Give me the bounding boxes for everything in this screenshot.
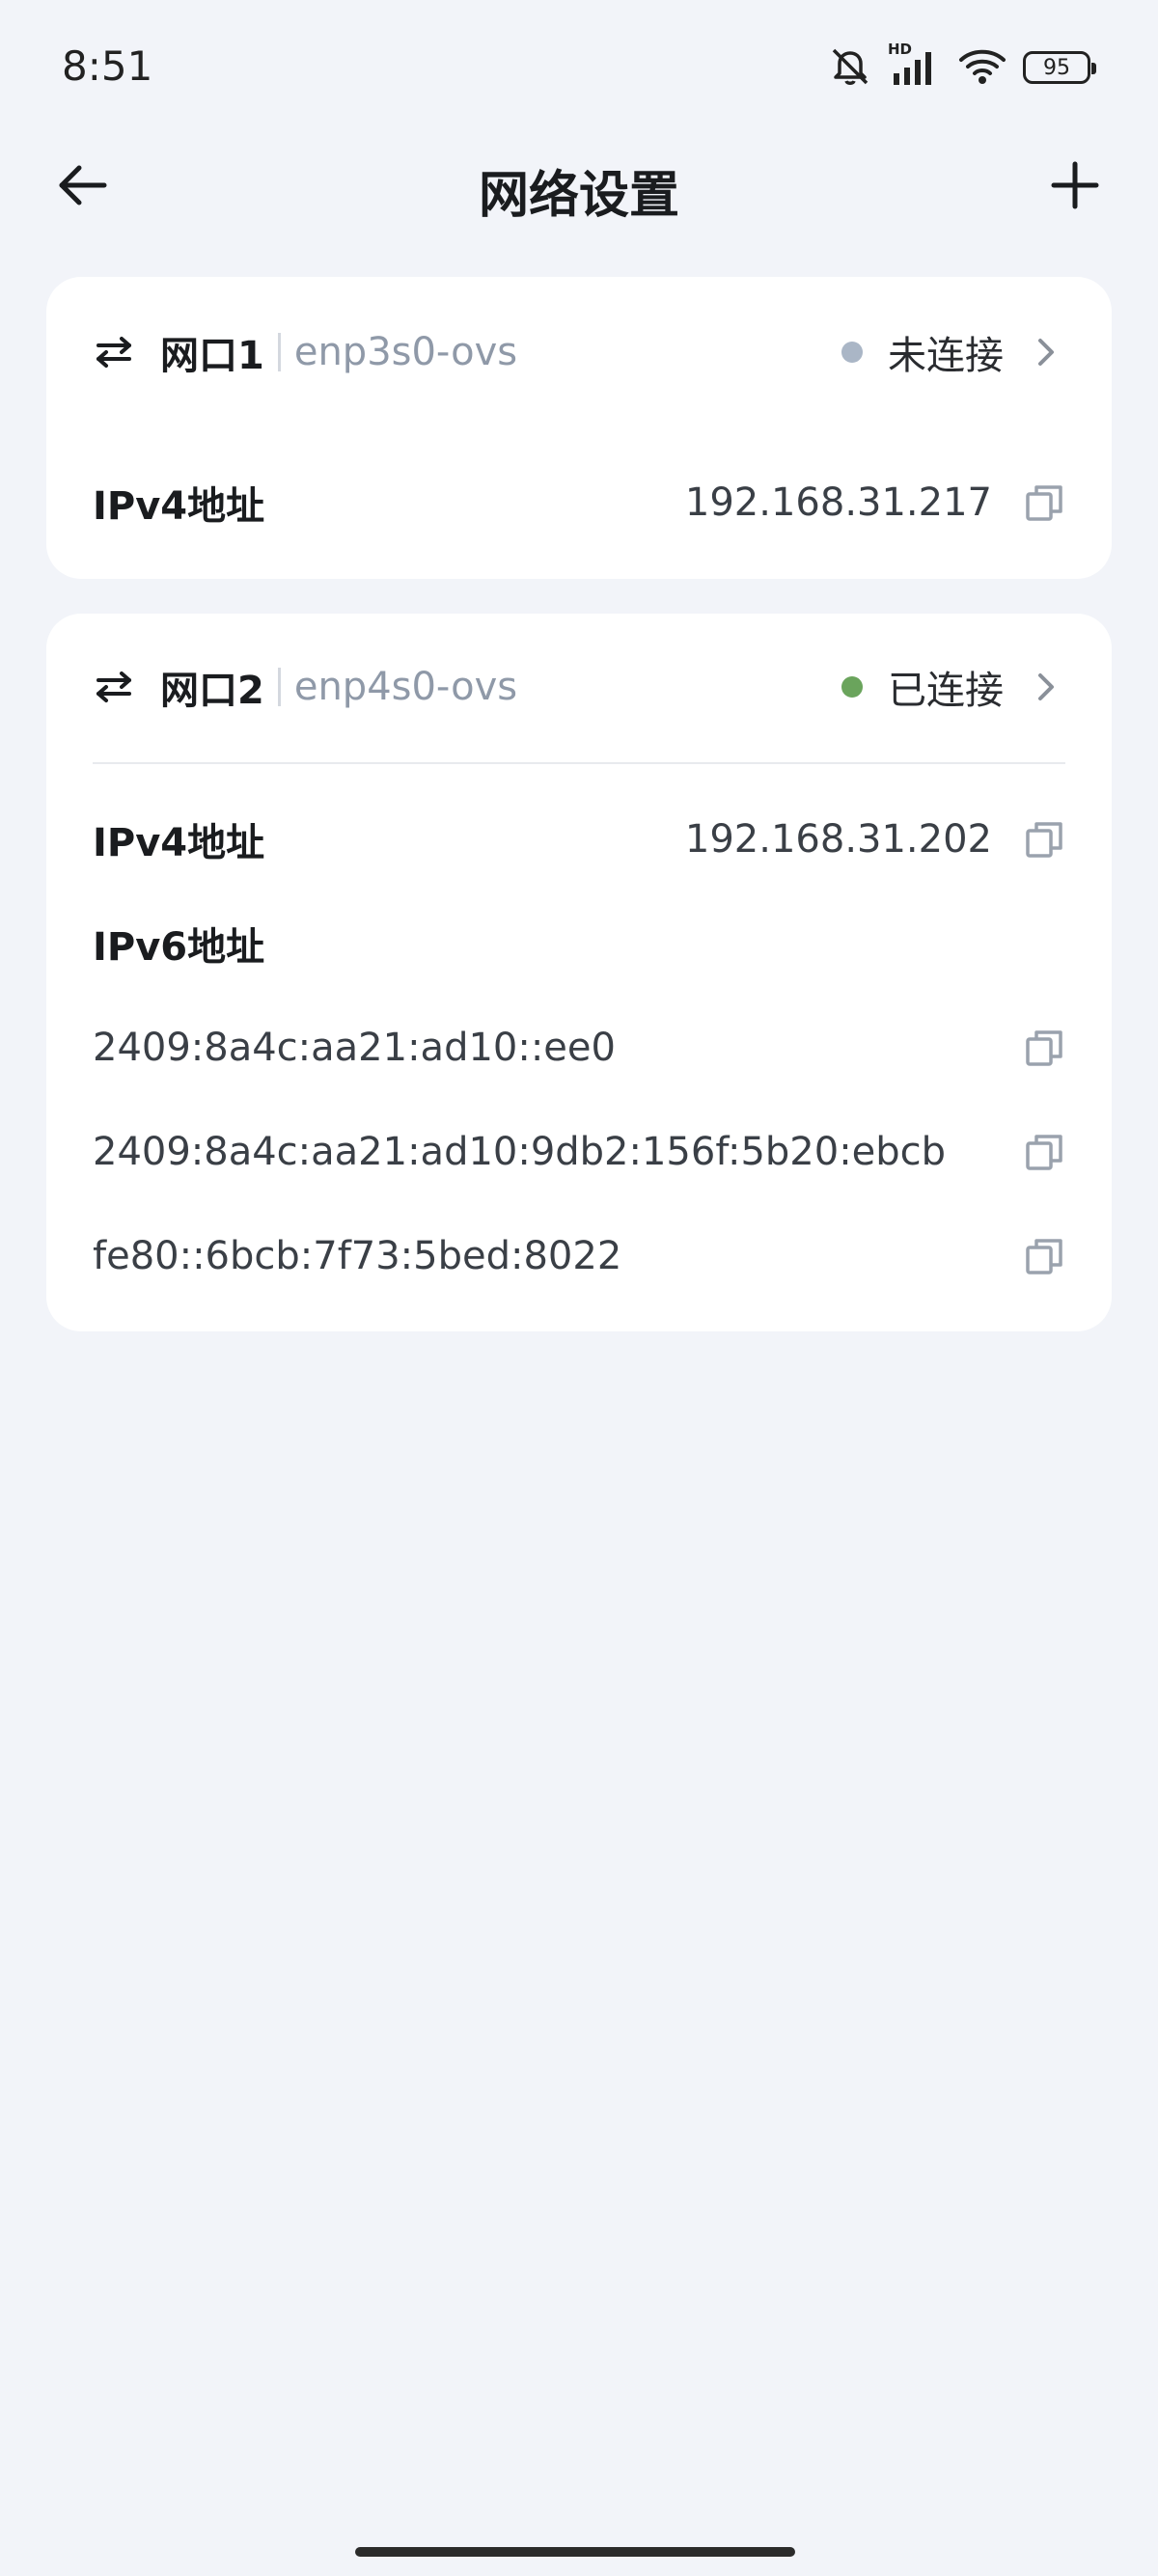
cellular-signal-icon: HD (888, 41, 942, 89)
connection-status: 已连接 (888, 669, 1004, 713)
ipv6-address: 2409:8a4c:aa21:ad10:9db2:156f:5b20:ebcb (93, 1130, 947, 1174)
interface-name: enp4s0-ovs (293, 665, 518, 709)
ipv4-row: IPv4地址 192.168.31.217 (93, 474, 1065, 532)
ipv6-row: fe80::6bcb:7f73:5bed:8022 (93, 1227, 1065, 1285)
status-icons: HD 95 (828, 41, 1096, 91)
copy-icon[interactable] (1023, 818, 1065, 861)
separator (277, 668, 281, 706)
interface-name: enp3s0-ovs (293, 330, 518, 374)
add-button[interactable] (1046, 156, 1104, 214)
home-indicator[interactable] (355, 2547, 795, 2557)
ipv6-row: 2409:8a4c:aa21:ad10:9db2:156f:5b20:ebcb (93, 1123, 1065, 1181)
copy-icon[interactable] (1023, 1235, 1065, 1277)
ipv4-label: IPv4地址 (93, 484, 265, 529)
ipv6-row: 2409:8a4c:aa21:ad10::ee0 (93, 1019, 1065, 1077)
port-header-2[interactable]: 网口2 enp4s0-ovs 已连接 (93, 658, 1065, 716)
nav-bar: 网络设置 (0, 135, 1158, 241)
ipv4-row: IPv4地址 192.168.31.202 (93, 810, 1065, 868)
page-title: 网络设置 (478, 167, 679, 225)
battery-icon: 95 (1023, 51, 1096, 84)
port-name: 网口1 (160, 334, 264, 378)
port-name: 网口2 (160, 669, 264, 713)
port-card-2: 网口2 enp4s0-ovs 已连接 IPv4地址 192.168.31.202… (46, 614, 1112, 1331)
separator (277, 333, 281, 371)
wifi-icon (957, 44, 1007, 91)
ipv6-label-row: IPv6地址 (93, 915, 1065, 973)
status-dot (841, 342, 863, 363)
copy-icon[interactable] (1023, 481, 1065, 524)
copy-icon[interactable] (1023, 1027, 1065, 1069)
transfer-arrows-icon (93, 664, 139, 710)
port-card-1: 网口1 enp3s0-ovs 未连接 IPv4地址 192.168.31.217 (46, 277, 1112, 579)
header-divider (93, 762, 1065, 764)
chevron-right-icon (1027, 668, 1065, 706)
status-bar: 8:51 HD 95 (0, 0, 1158, 135)
port-header-1[interactable]: 网口1 enp3s0-ovs 未连接 (93, 323, 1065, 381)
ipv6-address: 2409:8a4c:aa21:ad10::ee0 (93, 1026, 616, 1070)
ipv6-label: IPv6地址 (93, 925, 265, 970)
status-time: 8:51 (62, 42, 153, 90)
ipv6-address: fe80::6bcb:7f73:5bed:8022 (93, 1234, 622, 1278)
status-dot (841, 676, 863, 698)
copy-icon[interactable] (1023, 1131, 1065, 1173)
transfer-arrows-icon (93, 329, 139, 375)
ipv4-value: 192.168.31.217 (684, 480, 992, 525)
ipv4-label: IPv4地址 (93, 821, 265, 865)
battery-level: 95 (1043, 55, 1070, 80)
ipv4-value: 192.168.31.202 (684, 817, 992, 862)
plus-icon (1051, 161, 1099, 209)
mute-icon (828, 44, 872, 91)
connection-status: 未连接 (888, 334, 1004, 378)
chevron-right-icon (1027, 333, 1065, 371)
